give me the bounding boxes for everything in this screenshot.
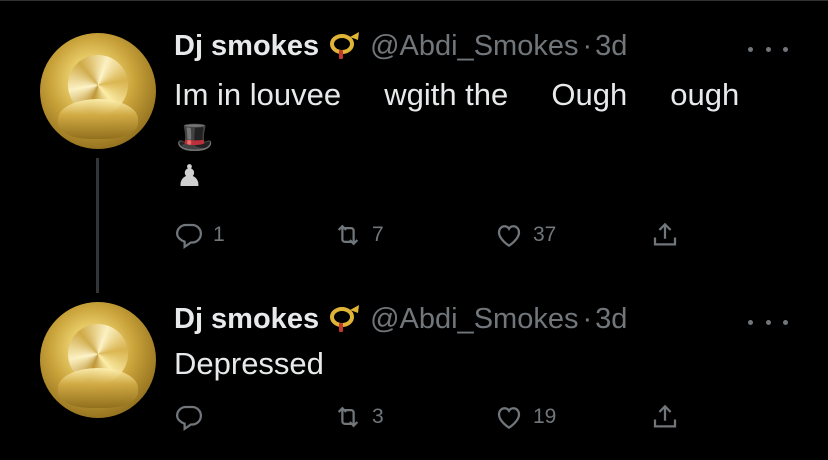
separator: · — [582, 302, 593, 335]
display-name[interactable]: Dj smokes — [174, 30, 319, 63]
divider — [0, 0, 828, 1]
tweet-header: Dj smokes @Abdi_Smokes · 3d — [174, 28, 627, 64]
retweet-count: 7 — [372, 223, 384, 246]
reply-icon — [175, 223, 203, 250]
reply-button[interactable]: 1 — [174, 220, 225, 250]
avatar[interactable] — [40, 33, 156, 149]
avatar-base — [58, 99, 138, 139]
more-dot — [765, 46, 771, 52]
display-name[interactable]: Dj smokes — [174, 303, 319, 336]
share-button[interactable] — [650, 402, 680, 432]
avatar-base — [58, 368, 138, 408]
like-button[interactable]: 19 — [494, 402, 556, 432]
more-dot — [783, 46, 788, 52]
like-button[interactable]: 37 — [494, 220, 556, 250]
more-icon[interactable] — [748, 312, 788, 332]
heart-icon — [497, 407, 521, 429]
more-dot — [748, 46, 753, 52]
retweet-icon — [337, 406, 359, 428]
tweet-actions: 3 19 — [174, 402, 704, 434]
more-dot — [765, 319, 771, 325]
reply-icon — [175, 405, 203, 432]
retweet-button[interactable]: 3 — [333, 402, 384, 432]
share-icon — [653, 222, 677, 246]
post-horn-icon — [330, 32, 360, 59]
more-dot — [783, 319, 788, 325]
reply-button[interactable] — [174, 402, 213, 432]
retweet-button[interactable]: 7 — [333, 220, 384, 250]
post-horn-icon — [330, 305, 360, 332]
retweet-count: 3 — [372, 405, 384, 428]
more-dot — [748, 319, 753, 325]
thread-line — [96, 158, 99, 293]
tweet-header: Dj smokes @Abdi_Smokes · 3d — [174, 301, 627, 337]
handle[interactable]: @Abdi_Smokes — [370, 303, 578, 336]
like-count: 19 — [533, 405, 557, 428]
timestamp[interactable]: 3d — [595, 30, 627, 63]
reply-count: 1 — [213, 223, 225, 246]
chess-pawn-emoji: ♟ — [176, 160, 203, 193]
avatar[interactable] — [40, 302, 156, 418]
share-icon — [653, 404, 677, 428]
handle[interactable]: @Abdi_Smokes — [370, 30, 578, 63]
timestamp[interactable]: 3d — [595, 303, 627, 336]
tweet-text: Depressed — [174, 346, 324, 381]
top-hat-emoji: 🎩 — [176, 121, 214, 154]
like-count: 37 — [533, 223, 557, 246]
more-icon[interactable] — [748, 39, 788, 59]
retweet-icon — [337, 224, 359, 246]
tweet-text: Im in louvee wgith the Ough ough — [174, 77, 740, 112]
separator: · — [582, 29, 593, 62]
heart-icon — [497, 225, 521, 247]
tweet-actions: 1 7 37 — [174, 220, 704, 252]
share-button[interactable] — [650, 220, 680, 250]
